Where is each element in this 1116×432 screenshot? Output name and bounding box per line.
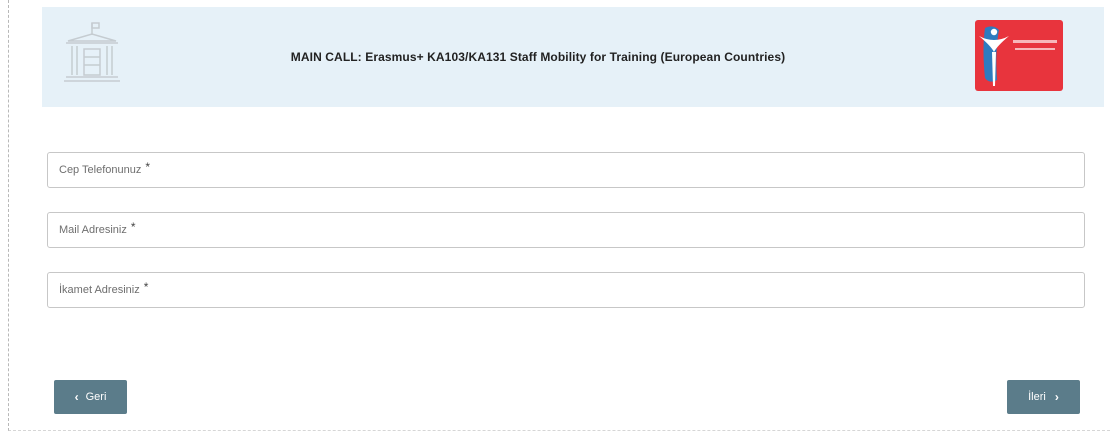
chevron-left-icon: ‹ — [74, 390, 79, 404]
mobile-phone-field[interactable]: Cep Telefonunuz * — [47, 152, 1085, 188]
residence-address-field[interactable]: İkamet Adresiniz * — [47, 272, 1085, 308]
call-header: MAIN CALL: Erasmus+ KA103/KA131 Staff Mo… — [42, 7, 1104, 107]
building-icon — [64, 22, 120, 82]
required-mark: * — [145, 160, 151, 174]
next-button[interactable]: İleri › — [1007, 380, 1080, 414]
required-mark: * — [143, 280, 149, 294]
field-label: Mail Adresiniz — [59, 224, 127, 236]
field-label: İkamet Adresiniz — [59, 284, 140, 296]
field-label: Cep Telefonunuz — [59, 164, 142, 176]
page-title: MAIN CALL: Erasmus+ KA103/KA131 Staff Mo… — [290, 50, 786, 64]
chevron-right-icon: › — [1054, 390, 1059, 404]
email-field[interactable]: Mail Adresiniz * — [47, 212, 1085, 248]
university-logo — [975, 20, 1063, 91]
required-mark: * — [130, 220, 136, 234]
next-button-label: İleri — [1028, 391, 1046, 403]
back-button[interactable]: ‹ Geri — [54, 380, 127, 414]
back-button-label: Geri — [85, 391, 107, 403]
